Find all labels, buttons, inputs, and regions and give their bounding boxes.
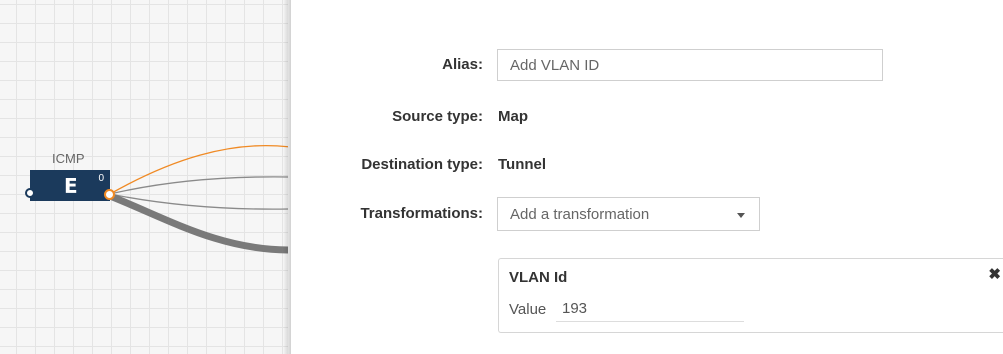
source-type-value: Map xyxy=(498,108,528,125)
transformations-label: Transformations: xyxy=(360,205,483,222)
wire-active[interactable] xyxy=(109,144,288,195)
transformation-select-placeholder: Add a transformation xyxy=(510,206,650,223)
transformation-select[interactable]: Add a transformation xyxy=(497,197,760,231)
connection-properties-panel: Alias: Source type: Map Destination type… xyxy=(291,0,1003,354)
vlan-id-transformation-card: VLAN Id ✖ Value xyxy=(498,258,1003,333)
flow-canvas[interactable]: ICMP Ε 0 xyxy=(0,0,288,354)
value-label: Value xyxy=(509,301,547,318)
chevron-down-icon xyxy=(737,213,745,218)
close-icon[interactable]: ✖ xyxy=(988,265,1001,283)
icmp-node[interactable]: Ε 0 xyxy=(30,170,110,201)
port-count: 0 xyxy=(98,173,104,184)
source-type-label: Source type: xyxy=(392,108,483,125)
input-port[interactable] xyxy=(25,188,35,198)
node-label: ICMP xyxy=(52,151,85,166)
destination-type-label: Destination type: xyxy=(361,156,483,173)
card-title: VLAN Id xyxy=(509,269,568,286)
wire-thick[interactable] xyxy=(108,192,288,254)
output-port[interactable] xyxy=(104,189,115,200)
destination-type-value: Tunnel xyxy=(498,156,547,173)
alias-label: Alias: xyxy=(442,56,483,73)
vlan-value-input[interactable] xyxy=(556,295,744,322)
filter-icon: Ε xyxy=(64,174,78,198)
panel-divider xyxy=(283,0,291,354)
alias-input[interactable] xyxy=(497,49,883,81)
